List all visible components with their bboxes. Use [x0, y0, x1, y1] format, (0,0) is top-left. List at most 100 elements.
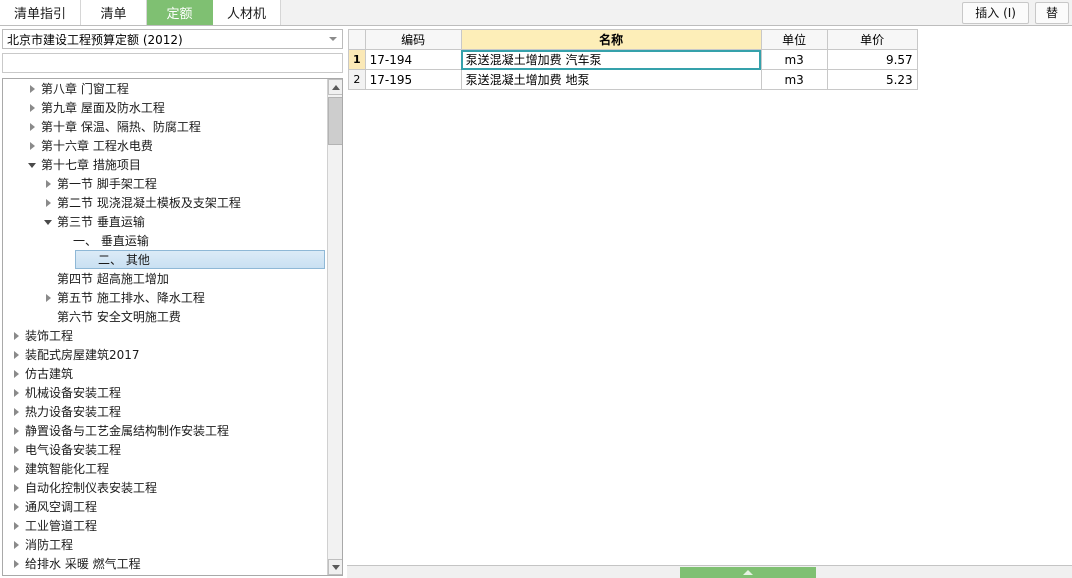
cell-price[interactable]: 9.57 — [826, 49, 918, 70]
chevron-right-icon[interactable] — [25, 139, 39, 153]
application-window: 清单指引 清单 定额 人材机 插入 (I) 替 北京市建设工程预算定额 (2012) … — [0, 0, 1072, 578]
tree-filter-input[interactable] — [2, 53, 343, 73]
tree-item[interactable]: 电气设备安装工程 — [3, 440, 327, 459]
tree-item-label: 第八章 门窗工程 — [41, 82, 129, 96]
tree-item-label: 一、 垂直运输 — [73, 234, 149, 248]
standard-library-combobox[interactable]: 北京市建设工程预算定额 (2012) — [2, 29, 343, 49]
chevron-right-icon[interactable] — [9, 538, 23, 552]
cell-code[interactable]: 17-194 — [364, 49, 462, 70]
chevron-right-icon[interactable] — [9, 481, 23, 495]
column-header-name[interactable]: 名称 — [460, 29, 762, 50]
cell-unit[interactable]: m3 — [760, 49, 828, 70]
tree-item[interactable]: 仿古建筑 — [3, 364, 327, 383]
chevron-down-icon[interactable] — [329, 37, 337, 41]
top-tab-strip: 清单指引 清单 定额 人材机 插入 (I) 替 — [0, 0, 1072, 26]
tree-vertical-scrollbar[interactable] — [327, 79, 342, 575]
tree-item[interactable]: 装配式房屋建筑2017 — [3, 345, 327, 364]
chevron-right-icon[interactable] — [9, 386, 23, 400]
chevron-down-icon[interactable] — [41, 215, 55, 229]
chevron-right-icon[interactable] — [25, 120, 39, 134]
tab-3[interactable]: 人材机 — [213, 0, 282, 25]
tree-item[interactable]: 消防工程 — [3, 535, 327, 554]
tree-item[interactable]: 一、 垂直运输 — [3, 231, 327, 250]
item-table: 编码 名称 单位 单价 1 17-194 泵送混凝土增加费 汽车泵 m3 9.57 2 17-19… — [348, 29, 918, 90]
tree-item-label: 建筑智能化工程 — [25, 462, 110, 476]
tree-item-label: 仿古建筑 — [25, 367, 74, 381]
grid-corner-header — [348, 29, 366, 50]
tree-item-label: 自动化控制仪表安装工程 — [25, 481, 158, 495]
scroll-down-arrow-icon[interactable] — [328, 559, 342, 575]
chevron-right-icon[interactable] — [9, 424, 23, 438]
chevron-right-icon[interactable] — [9, 405, 23, 419]
tab-1[interactable]: 清单 — [81, 0, 148, 25]
catalog-sidebar: 北京市建设工程预算定额 (2012) 第八章 门窗工程 第九章 屋面及防水工程 第十… — [0, 26, 347, 578]
chevron-right-icon[interactable] — [41, 196, 55, 210]
tree-item[interactable]: 自动化控制仪表安装工程 — [3, 478, 327, 497]
tree-item-label: 通风空调工程 — [25, 500, 98, 514]
tree-item[interactable]: 第一节 脚手架工程 — [3, 174, 327, 193]
tree-item-label: 第三节 垂直运输 — [57, 215, 145, 229]
insert-button[interactable]: 插入 (I) — [962, 1, 1029, 24]
tree-item-label: 第十六章 工程水电费 — [41, 139, 153, 153]
catalog-tree[interactable]: 第八章 门窗工程第九章 屋面及防水工程 第十章 保温、隔热、防腐工程第十六章 工程… — [3, 79, 327, 575]
cell-name[interactable]: 泵送混凝土增加费 汽车泵 — [460, 49, 762, 70]
item-grid-panel: 编码 名称 单位 单价 1 17-194 泵送混凝土增加费 汽车泵 m3 9.57 2 17-19… — [347, 26, 1072, 578]
table-row[interactable]: 2 17-195 泵送混凝土增加费 地泵 m3 5.23 — [348, 69, 918, 90]
cell-price[interactable]: 5.23 — [826, 69, 918, 90]
table-row[interactable]: 1 17-194 泵送混凝土增加费 汽车泵 m3 9.57 — [348, 49, 918, 70]
tree-item[interactable]: 工业管道工程 — [3, 516, 327, 535]
scroll-up-arrow-icon[interactable] — [328, 79, 342, 95]
chevron-right-icon[interactable] — [9, 500, 23, 514]
row-header[interactable]: 1 — [348, 49, 366, 70]
tree-item[interactable]: 第九章 屋面及防水工程 — [3, 98, 327, 117]
tab-0[interactable]: 清单指引 — [0, 0, 82, 25]
chevron-right-icon[interactable] — [25, 82, 39, 96]
cell-unit[interactable]: m3 — [760, 69, 828, 90]
tree-scrollbar-thumb[interactable] — [328, 97, 342, 145]
tree-item-label: 装饰工程 — [25, 329, 74, 343]
chevron-down-icon[interactable] — [25, 158, 39, 172]
chevron-right-icon[interactable] — [41, 177, 55, 191]
tab-2[interactable]: 定额 — [147, 0, 214, 25]
cell-name[interactable]: 泵送混凝土增加费 地泵 — [460, 69, 762, 90]
chevron-right-icon[interactable] — [9, 443, 23, 457]
row-header[interactable]: 2 — [348, 69, 366, 90]
tree-item[interactable]: 第六节 安全文明施工费 — [3, 307, 327, 326]
column-header-unit[interactable]: 单位 — [760, 29, 828, 50]
tree-item[interactable]: 静置设备与工艺金属结构制作安装工程 — [3, 421, 327, 440]
chevron-right-icon[interactable] — [9, 329, 23, 343]
chevron-right-icon[interactable] — [9, 348, 23, 362]
cell-code[interactable]: 17-195 — [364, 69, 462, 90]
tree-item[interactable]: 第十章 保温、隔热、防腐工程 — [3, 117, 327, 136]
item-table-header-row: 编码 名称 单位 单价 — [348, 29, 918, 50]
chevron-right-icon[interactable] — [9, 519, 23, 533]
tree-item[interactable]: 第四节 超高施工增加 — [3, 269, 327, 288]
tree-item-label: 静置设备与工艺金属结构制作安装工程 — [25, 424, 230, 438]
tree-item[interactable]: 二、 其他 — [75, 250, 325, 269]
chevron-right-icon[interactable] — [41, 291, 55, 305]
chevron-right-icon[interactable] — [9, 557, 23, 571]
collapse-up-arrow-icon[interactable] — [680, 567, 816, 578]
tree-item[interactable]: 第十七章 措施项目 — [3, 155, 327, 174]
tree-item[interactable]: 机械设备安装工程 — [3, 383, 327, 402]
tree-item-label: 第十七章 措施项目 — [41, 158, 141, 172]
tree-item-label: 电气设备安装工程 — [25, 443, 122, 457]
tree-item[interactable]: 第三节 垂直运输 — [3, 212, 327, 231]
chevron-right-icon[interactable] — [9, 367, 23, 381]
tree-item[interactable]: 热力设备安装工程 — [3, 402, 327, 421]
item-table-body: 1 17-194 泵送混凝土增加费 汽车泵 m3 9.57 2 17-195 泵送混凝土增加费… — [348, 49, 918, 90]
replace-button[interactable]: 替 — [1034, 1, 1069, 24]
tree-item[interactable]: 装饰工程 — [3, 326, 327, 345]
tree-item[interactable]: 第五节 施工排水、降水工程 — [3, 288, 327, 307]
tree-item[interactable]: 第八章 门窗工程 — [3, 79, 327, 98]
tree-item[interactable]: 第十六章 工程水电费 — [3, 136, 327, 155]
column-header-code[interactable]: 编码 — [364, 29, 462, 50]
tree-item[interactable]: 给排水 采暖 燃气工程 — [3, 554, 327, 573]
chevron-right-icon[interactable] — [9, 462, 23, 476]
chevron-right-icon[interactable] — [25, 101, 39, 115]
column-header-price[interactable]: 单价 — [826, 29, 918, 50]
tree-item[interactable]: 通风空调工程 — [3, 497, 327, 516]
tree-item-label: 第四节 超高施工增加 — [57, 272, 169, 286]
tree-item[interactable]: 建筑智能化工程 — [3, 459, 327, 478]
tree-item[interactable]: 第二节 现浇混凝土模板及支架工程 — [3, 193, 327, 212]
